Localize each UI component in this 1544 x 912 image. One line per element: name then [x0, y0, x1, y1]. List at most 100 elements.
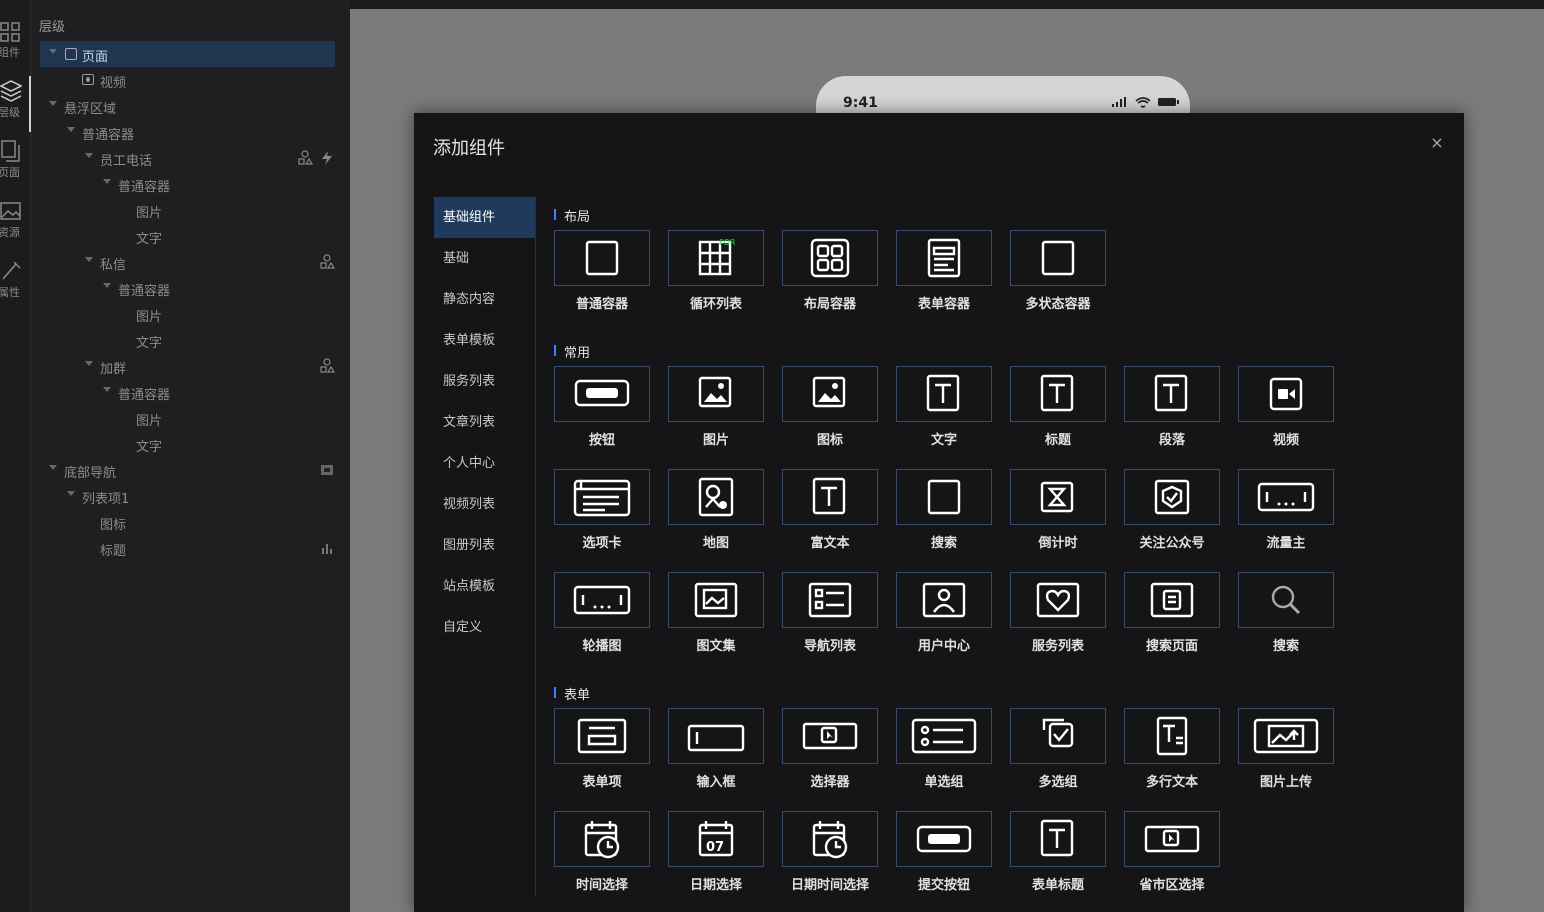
component-tile[interactable] — [1238, 366, 1334, 422]
component-tile[interactable] — [668, 230, 764, 286]
component-tile[interactable] — [1124, 366, 1220, 422]
tree-node[interactable]: 普通容器 — [40, 171, 335, 197]
category-item[interactable]: 服务列表 — [434, 361, 535, 402]
tree-node[interactable]: 视频 — [40, 67, 335, 93]
tree-node[interactable]: 普通容器 — [40, 275, 335, 301]
category-item[interactable]: 图册列表 — [434, 525, 535, 566]
component-tile[interactable] — [896, 469, 992, 525]
tree-node[interactable]: 加群 — [40, 353, 335, 379]
component-tile[interactable] — [1010, 708, 1106, 764]
category-item[interactable]: 表单模板 — [434, 320, 535, 361]
component-tile[interactable] — [554, 572, 650, 628]
tree-node[interactable]: 文字 — [40, 223, 335, 249]
component-tile-label: 表单项 — [582, 775, 622, 790]
category-item[interactable]: 视频列表 — [434, 484, 535, 525]
category-item[interactable]: 文章列表 — [434, 402, 535, 443]
tree-node-page[interactable]: 页面 — [40, 41, 335, 67]
tab-bar-icon[interactable] — [319, 462, 335, 478]
component-tile[interactable] — [1010, 230, 1106, 286]
component-tile[interactable] — [1238, 708, 1334, 764]
rail-components[interactable]: 组件 — [0, 18, 31, 74]
component-tile[interactable] — [1124, 708, 1220, 764]
image-icon — [698, 376, 732, 408]
component-tile[interactable] — [1010, 469, 1106, 525]
expand-caret-icon[interactable] — [49, 49, 57, 54]
component-tile[interactable] — [896, 572, 992, 628]
rail-label: 资源 — [0, 226, 20, 239]
tree-node[interactable]: 悬浮区域 — [40, 93, 335, 119]
component-tile[interactable] — [554, 811, 650, 867]
category-item[interactable]: 基础 — [434, 238, 535, 279]
component-tile[interactable] — [782, 708, 878, 764]
component-tile[interactable] — [896, 230, 992, 286]
bar-chart-icon[interactable] — [319, 540, 335, 556]
component-tile-label: 关注公众号 — [1139, 536, 1205, 551]
tree-node[interactable]: 文字 — [40, 431, 335, 457]
component-shapes-icon[interactable] — [319, 358, 335, 374]
category-item[interactable]: 静态内容 — [434, 279, 535, 320]
tree-node[interactable]: 文字 — [40, 327, 335, 353]
tree-node[interactable]: 列表项1 — [40, 483, 335, 509]
component-tile[interactable] — [1238, 469, 1334, 525]
expand-caret-icon[interactable] — [49, 101, 57, 106]
expand-caret-icon[interactable] — [67, 127, 75, 132]
expand-caret-icon[interactable] — [103, 283, 111, 288]
category-item[interactable]: 个人中心 — [434, 443, 535, 484]
component-tile[interactable] — [1124, 469, 1220, 525]
tree-node[interactable]: 标题 — [40, 535, 335, 561]
component-tile[interactable] — [1238, 572, 1334, 628]
component-tile[interactable] — [668, 366, 764, 422]
component-tile[interactable] — [782, 811, 878, 867]
component-tile[interactable] — [554, 230, 650, 286]
component-tile[interactable] — [1010, 366, 1106, 422]
component-tile[interactable] — [1010, 572, 1106, 628]
rail-props[interactable]: 属性 — [0, 256, 31, 312]
expand-caret-icon[interactable] — [67, 491, 75, 496]
component-tile[interactable]: 07 — [668, 811, 764, 867]
component-tile[interactable] — [782, 366, 878, 422]
expand-caret-icon[interactable] — [103, 387, 111, 392]
category-item[interactable]: 自定义 — [434, 607, 535, 648]
component-tile[interactable] — [554, 366, 650, 422]
lightning-icon[interactable] — [319, 150, 335, 166]
category-divider — [535, 197, 536, 897]
category-item[interactable]: 站点模板 — [434, 566, 535, 607]
tree-node[interactable]: 普通容器 — [40, 379, 335, 405]
tree-node[interactable]: 普通容器 — [40, 119, 335, 145]
tree-node[interactable]: 图片 — [40, 405, 335, 431]
component-tile[interactable] — [896, 708, 992, 764]
component-tile[interactable] — [668, 469, 764, 525]
component-tile[interactable] — [554, 708, 650, 764]
tree-node[interactable]: 底部导航 — [40, 457, 335, 483]
category-item[interactable]: 基础组件 — [434, 197, 535, 238]
rail-assets[interactable]: 资源 — [0, 196, 31, 252]
component-tile[interactable] — [668, 708, 764, 764]
tree-node[interactable]: 员工电话 — [40, 145, 335, 171]
component-tile[interactable] — [1124, 811, 1220, 867]
component-tile[interactable] — [668, 572, 764, 628]
component-tile[interactable] — [782, 469, 878, 525]
component-tile[interactable] — [1010, 811, 1106, 867]
component-shapes-icon[interactable] — [297, 150, 313, 166]
tree-node[interactable]: 图片 — [40, 301, 335, 327]
expand-caret-icon[interactable] — [85, 257, 93, 262]
component-shapes-icon[interactable] — [319, 254, 335, 270]
expand-caret-icon[interactable] — [85, 153, 93, 158]
tree-node[interactable]: 私信 — [40, 249, 335, 275]
expand-caret-icon[interactable] — [85, 361, 93, 366]
component-tile[interactable] — [1124, 572, 1220, 628]
component-tile[interactable] — [896, 366, 992, 422]
expand-caret-icon[interactable] — [49, 465, 57, 470]
tree-node[interactable]: 图标 — [40, 509, 335, 535]
image-upload-icon — [1253, 718, 1319, 754]
rail-pages[interactable]: 页面 — [0, 136, 31, 192]
textarea-icon — [1156, 716, 1188, 756]
tree-node[interactable]: 图片 — [40, 197, 335, 223]
component-tile[interactable] — [782, 572, 878, 628]
expand-caret-icon[interactable] — [103, 179, 111, 184]
close-button[interactable]: × — [1430, 135, 1444, 151]
component-tile[interactable] — [554, 469, 650, 525]
component-tile[interactable] — [896, 811, 992, 867]
component-tile[interactable] — [782, 230, 878, 286]
rail-layers[interactable]: 层级 — [0, 76, 31, 132]
